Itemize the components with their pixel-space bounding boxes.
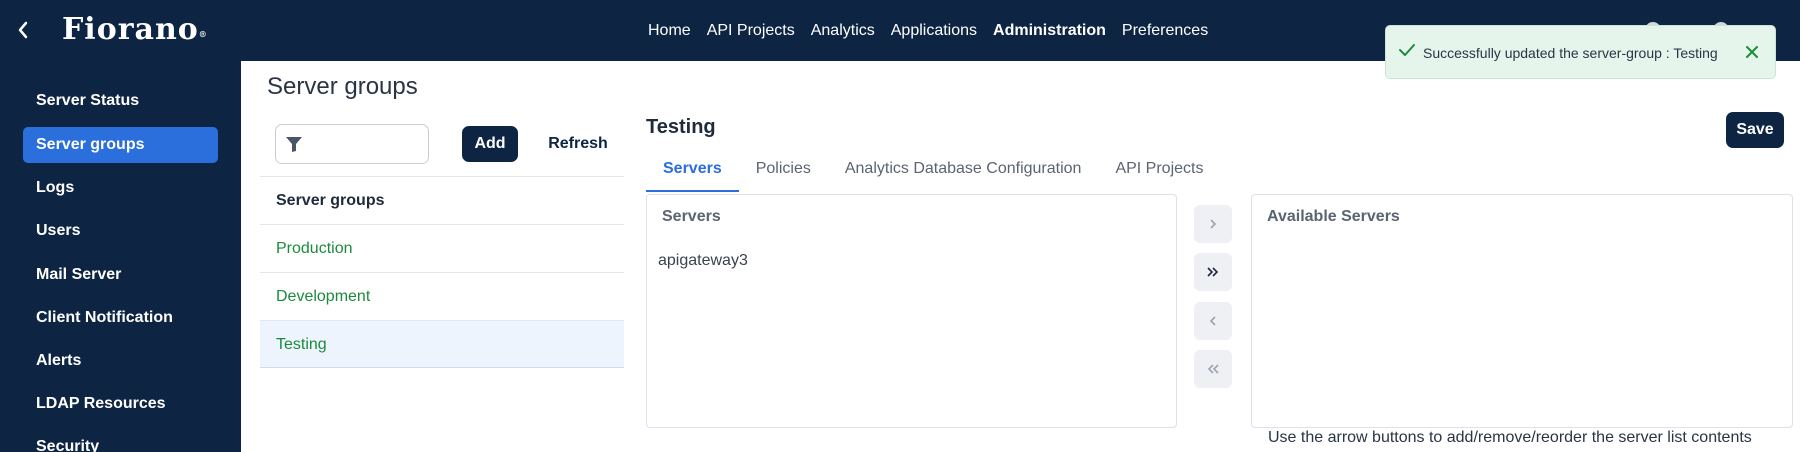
sidebar-item-ldap-resources[interactable]: LDAP Resources [23,386,218,422]
move-all-right-button[interactable] [1194,253,1232,291]
toast-close-button[interactable] [1742,42,1762,62]
double-chevron-right-icon [1207,267,1219,277]
chevron-right-icon [1210,219,1217,229]
nav-applications[interactable]: Applications [883,22,985,40]
detail-tabs: Servers Policies Analytics Database Conf… [646,154,1220,192]
registered-mark: ® [198,29,208,39]
chevron-left-icon [18,21,28,39]
list-item-testing[interactable]: Testing [260,320,624,368]
back-button[interactable] [12,16,34,44]
sidebar-item-mail-server[interactable]: Mail Server [23,257,218,293]
nav-analytics[interactable]: Analytics [803,22,883,40]
nav-administration[interactable]: Administration [985,22,1114,40]
save-button[interactable]: Save [1726,112,1784,148]
main-nav: Home API Projects Analytics Applications… [640,0,1216,61]
chevron-left-icon [1209,316,1216,326]
sidebar-item-users[interactable]: Users [23,213,218,249]
tab-policies[interactable]: Policies [739,154,828,192]
check-icon [1399,44,1415,56]
servers-panel: Servers apigateway3 [646,194,1177,428]
move-all-left-button[interactable] [1194,350,1232,388]
sidebar-item-security[interactable]: Security [23,429,218,452]
server-group-list: Server groups Production Development Tes… [260,176,624,368]
tab-api-projects[interactable]: API Projects [1098,154,1220,192]
close-icon [1746,46,1758,58]
page-title: Server groups [267,73,418,100]
logo: Fiorano® [62,12,208,48]
nav-preferences[interactable]: Preferences [1114,22,1216,40]
filter-input[interactable] [310,133,420,155]
tab-analytics-database-configuration[interactable]: Analytics Database Configuration [828,154,1099,192]
nav-home[interactable]: Home [640,22,699,40]
refresh-button[interactable]: Refresh [528,126,628,162]
detail-title: Testing [646,116,716,138]
logo-text: Fiorano [62,12,199,47]
available-servers-title: Available Servers [1267,208,1400,225]
hint-text: Use the arrow buttons to add/remove/reor… [1268,429,1752,446]
main-content: Server groups Add Refresh Server groups … [241,61,1800,452]
list-item-development[interactable]: Development [260,272,624,320]
double-chevron-left-icon [1207,364,1219,374]
success-toast: Successfully updated the server-group : … [1385,25,1776,79]
server-item-apigateway3[interactable]: apigateway3 [658,252,748,270]
sidebar-item-logs[interactable]: Logs [23,170,218,206]
move-right-button[interactable] [1194,205,1232,243]
toast-message: Successfully updated the server-group : … [1423,45,1718,61]
sidebar-item-server-groups[interactable]: Server groups [23,127,218,163]
sidebar: Server Status Server groups Logs Users M… [0,61,241,452]
filter-box[interactable] [275,124,429,164]
list-header: Server groups [260,176,624,224]
list-item-production[interactable]: Production [260,224,624,272]
sidebar-item-alerts[interactable]: Alerts [23,343,218,379]
sidebar-item-server-status[interactable]: Server Status [23,83,218,119]
sidebar-item-client-notification[interactable]: Client Notification [23,300,218,336]
filter-icon [286,137,302,152]
tab-servers[interactable]: Servers [646,154,739,192]
add-button[interactable]: Add [462,126,518,162]
available-servers-panel: Available Servers [1251,194,1793,428]
move-left-button[interactable] [1194,302,1232,340]
nav-api-projects[interactable]: API Projects [699,22,803,40]
servers-panel-title: Servers [662,208,721,225]
